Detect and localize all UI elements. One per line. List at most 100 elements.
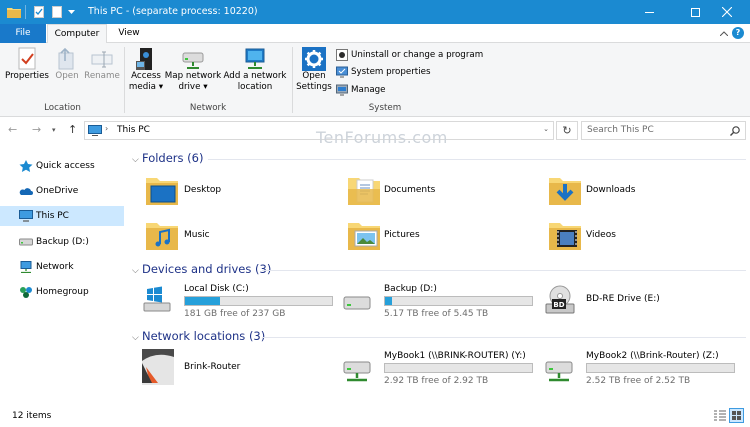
drive-icon bbox=[19, 238, 33, 246]
sidebar-item-onedrive[interactable]: OneDrive bbox=[0, 181, 124, 201]
location-group-label: Location bbox=[44, 103, 81, 113]
tab-view[interactable]: View bbox=[110, 24, 148, 43]
address-dropdown-icon[interactable]: ⌄ bbox=[543, 125, 549, 133]
open-settings-button[interactable]: Open Settings bbox=[295, 47, 333, 93]
sidebar-item-network[interactable]: Network bbox=[0, 257, 124, 277]
sidebar-item-quick-access[interactable]: Quick access bbox=[0, 156, 124, 176]
network-location-name: Brink-Router bbox=[184, 362, 241, 372]
folder-music[interactable]: Music bbox=[145, 220, 210, 255]
drive-bd-re-e[interactable]: BD BD-RE Drive (E:) bbox=[544, 282, 744, 320]
documents-folder-icon bbox=[348, 178, 380, 205]
breadcrumb-separator-icon: › bbox=[105, 124, 109, 133]
details-view-icon[interactable] bbox=[714, 410, 726, 421]
computer-icon bbox=[19, 210, 33, 222]
open-settings-label: Open bbox=[302, 71, 326, 81]
back-button[interactable]: ← bbox=[8, 123, 17, 136]
gear-icon bbox=[302, 47, 326, 71]
media-icon bbox=[136, 48, 152, 70]
search-input[interactable]: Search This PC bbox=[581, 121, 746, 140]
rename-icon bbox=[91, 51, 113, 68]
manage-button[interactable]: Manage bbox=[336, 83, 386, 97]
chevron-down-icon: ⌵ bbox=[132, 333, 139, 343]
uninstall-program-button[interactable]: Uninstall or change a program bbox=[336, 48, 483, 62]
up-arrow-icon: ↑ bbox=[68, 123, 78, 136]
status-bar: 12 items bbox=[0, 405, 750, 427]
group-divider bbox=[262, 270, 746, 271]
breadcrumb-this-pc[interactable]: This PC bbox=[117, 125, 150, 135]
network-location-brink-router[interactable]: Brink-Router bbox=[142, 349, 342, 387]
svg-text:BD: BD bbox=[553, 301, 564, 309]
add-location-label: Add a network bbox=[223, 71, 287, 81]
folder-name: Pictures bbox=[384, 230, 420, 240]
title-bar[interactable]: This PC - (separate process: 10220) bbox=[0, 0, 750, 24]
devices-group-header[interactable]: ⌵ Devices and drives (3) bbox=[132, 262, 271, 276]
sidebar-item-label: OneDrive bbox=[36, 186, 79, 196]
item-count: 12 items bbox=[12, 411, 52, 421]
drive-usage-bar bbox=[384, 296, 533, 306]
help-icon[interactable]: ? bbox=[732, 27, 744, 39]
manage-icon bbox=[336, 84, 348, 96]
refresh-button[interactable]: ↻ bbox=[556, 121, 578, 140]
folder-downloads[interactable]: Downloads bbox=[548, 175, 635, 210]
rename-button[interactable]: Rename bbox=[84, 47, 120, 82]
drive-usage-bar bbox=[184, 296, 333, 306]
drive-free-space: 2.92 TB free of 2.92 TB bbox=[384, 376, 489, 386]
access-media-button[interactable]: Access media ▾ bbox=[127, 47, 165, 93]
back-arrow-icon: ← bbox=[8, 123, 18, 136]
network-drive-mybook1-y[interactable]: MyBook1 (\\BRINK-ROUTER) (Y:) 2.92 TB fr… bbox=[342, 349, 542, 387]
open-button[interactable]: Open bbox=[52, 47, 82, 82]
drive-backup-d[interactable]: Backup (D:) 5.17 TB free of 5.45 TB bbox=[342, 282, 542, 320]
network-drive-mybook2-z[interactable]: MyBook2 (\\Brink-Router) (Z:) 2.52 TB fr… bbox=[544, 349, 744, 387]
large-icons-view-button[interactable] bbox=[729, 408, 744, 423]
forward-button[interactable]: → bbox=[32, 123, 41, 136]
folders-group-header[interactable]: ⌵ Folders (6) bbox=[132, 151, 203, 165]
network-locations-group-header[interactable]: ⌵ Network locations (3) bbox=[132, 329, 265, 343]
folder-pictures[interactable]: Pictures bbox=[347, 220, 420, 255]
hard-drive-icon bbox=[343, 296, 371, 310]
tab-computer[interactable]: Computer bbox=[47, 24, 107, 44]
manage-label: Manage bbox=[351, 85, 386, 95]
large-icons-view-icon bbox=[732, 411, 741, 420]
recent-locations-button[interactable]: ▾ bbox=[52, 126, 56, 134]
router-icon bbox=[142, 349, 174, 385]
tab-file[interactable]: File bbox=[0, 24, 46, 43]
properties-quick-icon[interactable] bbox=[34, 6, 44, 18]
explorer-window: This PC - (separate process: 10220) File… bbox=[0, 0, 750, 427]
minimize-button[interactable] bbox=[626, 0, 672, 24]
folders-header-label: Folders (6) bbox=[142, 151, 204, 165]
new-folder-quick-icon[interactable] bbox=[52, 6, 62, 18]
network-icon bbox=[20, 261, 32, 273]
add-network-location-button[interactable]: Add a network location bbox=[222, 47, 288, 93]
open-label: Open bbox=[55, 71, 79, 81]
up-button[interactable]: ↑ bbox=[68, 123, 77, 136]
folder-videos[interactable]: Videos bbox=[548, 220, 616, 255]
group-divider bbox=[262, 337, 746, 338]
close-button[interactable] bbox=[704, 0, 750, 24]
group-separator bbox=[292, 47, 293, 113]
customize-quick-access-icon[interactable] bbox=[68, 10, 75, 15]
properties-button[interactable]: Properties bbox=[5, 47, 49, 82]
close-icon bbox=[722, 7, 732, 17]
downloads-folder-icon bbox=[549, 178, 581, 205]
sidebar-item-backup-d[interactable]: Backup (D:) bbox=[0, 232, 124, 252]
sidebar-item-homegroup[interactable]: Homegroup bbox=[0, 282, 124, 302]
devices-header-label: Devices and drives (3) bbox=[142, 262, 272, 276]
group-separator bbox=[124, 47, 125, 113]
map-drive-label: Map network bbox=[164, 71, 222, 81]
folder-documents[interactable]: Documents bbox=[347, 175, 435, 210]
sidebar-item-label: Backup (D:) bbox=[36, 237, 89, 247]
system-properties-button[interactable]: System properties bbox=[336, 65, 431, 79]
bd-drive-icon: BD bbox=[545, 285, 575, 314]
drive-free-space: 2.52 TB free of 2.52 TB bbox=[586, 376, 691, 386]
network-drive-name: MyBook2 (\\Brink-Router) (Z:) bbox=[586, 351, 719, 361]
search-placeholder: Search This PC bbox=[587, 125, 654, 135]
network-location-icon bbox=[245, 48, 265, 69]
ribbon-collapse-icon[interactable] bbox=[720, 31, 728, 36]
sidebar-item-this-pc[interactable]: This PC bbox=[0, 206, 124, 226]
windows-drive-icon bbox=[143, 286, 171, 312]
folder-desktop[interactable]: Desktop bbox=[145, 175, 221, 210]
drive-local-disk-c[interactable]: Local Disk (C:) 181 GB free of 237 GB bbox=[142, 282, 342, 320]
map-drive-label-line2: drive ▾ bbox=[178, 82, 208, 92]
uninstall-icon bbox=[336, 49, 348, 61]
map-network-drive-button[interactable]: Map network drive ▾ bbox=[164, 47, 222, 93]
